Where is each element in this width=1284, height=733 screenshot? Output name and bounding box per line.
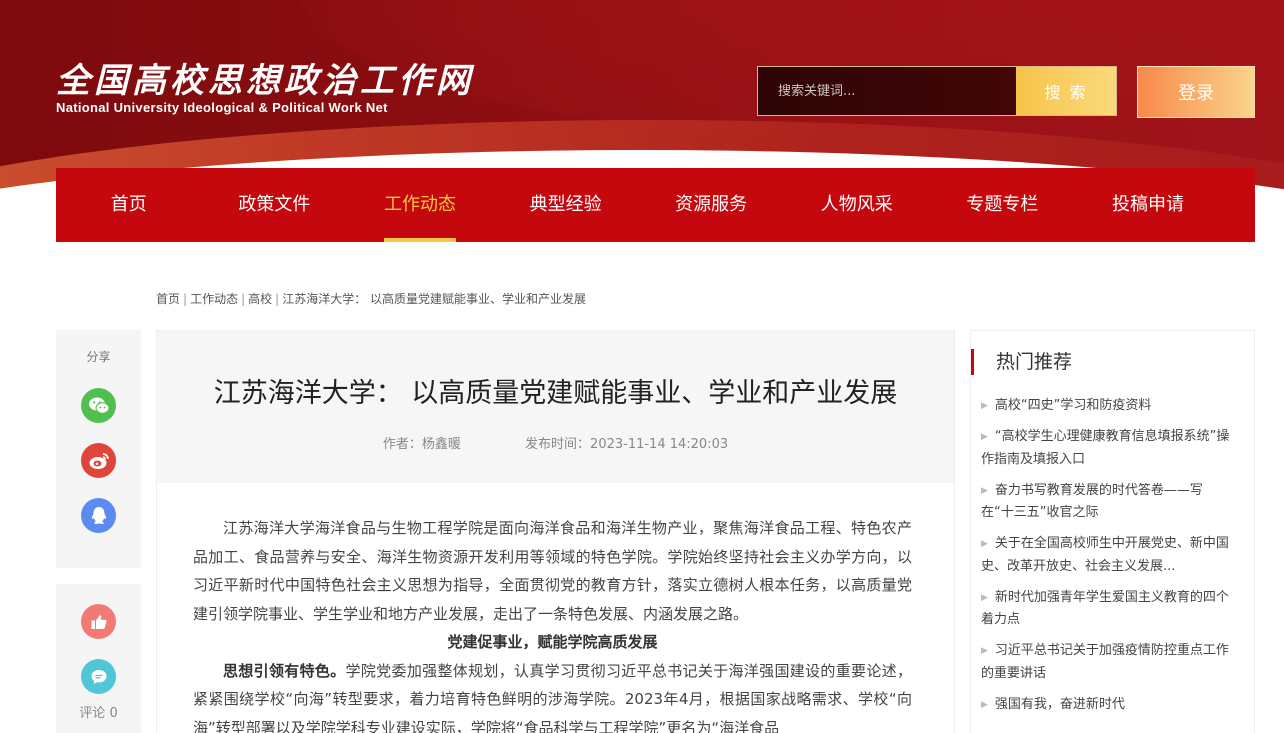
article-subheading: 党建促事业，赋能学院高质发展 — [447, 633, 658, 651]
site-logo[interactable]: 全国高校思想政治工作网 National University Ideologi… — [56, 62, 474, 115]
hot-item-label: 奋力书写教育发展的时代答卷——写在“十三五”收官之际 — [981, 482, 1203, 521]
hot-recommend-panel: 热门推荐 ▶ 高校“四史”学习和防疫资料 ▶ “高校学生心理健康教育信息填报系统”操… — [970, 330, 1255, 733]
article-body: 江苏海洋大学海洋食品与生物工程学院是面向海洋食品和海洋生物产业，聚焦海洋食品工程… — [193, 514, 912, 733]
hot-item[interactable]: ▶ 强国有我，奋进新时代 — [981, 694, 1234, 717]
triangle-right-icon: ▶ — [981, 401, 988, 411]
breadcrumb-separator: | — [183, 292, 188, 306]
comment-icon[interactable] — [81, 659, 116, 694]
triangle-right-icon: ▶ — [981, 539, 988, 549]
article-title: 江苏海洋大学： 以高质量党建赋能事业、学业和产业发展 — [213, 378, 898, 409]
article-paragraph: 江苏海洋大学海洋食品与生物工程学院是面向海洋食品和海洋生物产业，聚焦海洋食品工程… — [193, 519, 912, 623]
hot-item[interactable]: ▶ 高校“四史”学习和防疫资料 — [981, 395, 1234, 418]
publish-time-value: 2023-11-14 14:20:03 — [590, 437, 729, 452]
nav-item-submit[interactable]: 投稿申请 — [1075, 168, 1221, 242]
hot-item-label: 关于在全国高校师生中开展党史、新中国史、改革开放史、社会主义发展... — [981, 536, 1229, 574]
hot-item-label: 新时代加强青年学生爱国主义教育的四个着力点 — [981, 589, 1229, 628]
comment-number: 0 — [109, 706, 118, 721]
paragraph-lead: 思想引领有特色。 — [223, 661, 346, 680]
share-title: 分享 — [86, 350, 111, 364]
nav-item-resources[interactable]: 资源服务 — [638, 168, 784, 242]
nav-item-work-news[interactable]: 工作动态 — [347, 168, 493, 242]
hot-item-label: “高校学生心理健康教育信息填报系统”操作指南及填报入口 — [981, 429, 1230, 467]
author-label: 作者： — [382, 437, 422, 452]
breadcrumb-current: 江苏海洋大学： 以高质量党建赋能事业、学业和产业发展 — [282, 292, 587, 306]
publish-time-label: 发布时间： — [525, 437, 591, 452]
comment-count[interactable]: 评论 0 — [56, 702, 141, 721]
article-paragraph: 思想引领有特色。学院党委加强整体规划，认真学习贯彻习近平总书记关于海洋强国建设的… — [193, 657, 912, 733]
weibo-icon[interactable] — [81, 443, 116, 478]
hot-item[interactable]: ▶ 关于在全国高校师生中开展党史、新中国史、改革开放史、社会主义发展... — [981, 533, 1234, 578]
hot-item[interactable]: ▶ 新时代加强青年学生爱国主义教育的四个着力点 — [981, 587, 1234, 632]
search-box: 搜 索 — [757, 66, 1117, 116]
logo-chinese-title: 全国高校思想政治工作网 — [56, 61, 474, 101]
comment-label: 评论 — [79, 706, 106, 721]
breadcrumb-work-news[interactable]: 工作动态 — [190, 292, 238, 306]
triangle-right-icon: ▶ — [981, 646, 988, 656]
article: 江苏海洋大学： 以高质量党建赋能事业、学业和产业发展 作者：杨鑫暖 发布时间：2… — [156, 330, 955, 733]
share-panel: 分享 — [56, 330, 141, 568]
search-button[interactable]: 搜 索 — [1016, 67, 1116, 115]
hot-item[interactable]: ▶ “高校学生心理健康教育信息填报系统”操作指南及填报入口 — [981, 426, 1234, 471]
nav-item-home[interactable]: 首页 — [56, 168, 202, 242]
qq-icon[interactable] — [81, 498, 116, 533]
nav-item-people[interactable]: 人物风采 — [784, 168, 930, 242]
breadcrumb-separator: | — [275, 292, 280, 306]
logo-english-title: National University Ideological & Politi… — [56, 100, 388, 115]
wechat-icon[interactable] — [81, 388, 116, 423]
triangle-right-icon: ▶ — [981, 592, 988, 603]
hot-recommend-title: 热门推荐 — [971, 349, 1072, 375]
breadcrumb-separator: | — [241, 292, 246, 306]
breadcrumb-home[interactable]: 首页 — [156, 292, 180, 306]
search-input[interactable] — [758, 67, 1016, 115]
nav-item-typical-experience[interactable]: 典型经验 — [493, 168, 639, 242]
action-panel: 评论 0 — [56, 584, 141, 733]
nav-item-topics[interactable]: 专题专栏 — [930, 168, 1076, 242]
triangle-right-icon: ▶ — [981, 485, 988, 496]
hot-item[interactable]: ▶ 习近平总书记关于加强疫情防控重点工作的重要讲话 — [981, 640, 1234, 685]
article-publish-time: 发布时间：2023-11-14 14:20:03 — [525, 437, 728, 452]
author-name: 杨鑫暖 — [421, 437, 461, 452]
main-nav: 首页 政策文件 工作动态 典型经验 资源服务 人物风采 专题专栏 投稿申请 — [56, 168, 1255, 242]
hot-item-label: 习近平总书记关于加强疫情防控重点工作的重要讲话 — [981, 643, 1229, 681]
hot-item-label: 强国有我，奋进新时代 — [994, 696, 1125, 712]
triangle-right-icon: ▶ — [981, 699, 988, 710]
nav-item-policy[interactable]: 政策文件 — [202, 168, 348, 242]
article-meta: 作者：杨鑫暖 发布时间：2023-11-14 14:20:03 — [157, 433, 954, 452]
triangle-right-icon: ▶ — [981, 432, 988, 442]
like-icon[interactable] — [81, 604, 116, 639]
login-button[interactable]: 登录 — [1137, 66, 1255, 118]
hot-recommend-list: ▶ 高校“四史”学习和防疫资料 ▶ “高校学生心理健康教育信息填报系统”操作指南及填… — [981, 395, 1234, 725]
hot-item-label: 高校“四史”学习和防疫资料 — [994, 398, 1152, 413]
breadcrumb: 首页 | 工作动态 | 高校 | 江苏海洋大学： 以高质量党建赋能事业、学业和产业发展 — [156, 290, 586, 307]
breadcrumb-university[interactable]: 高校 — [248, 292, 272, 306]
article-author: 作者：杨鑫暖 — [383, 437, 461, 452]
hot-item[interactable]: ▶ 奋力书写教育发展的时代答卷——写在“十三五”收官之际 — [981, 480, 1234, 525]
